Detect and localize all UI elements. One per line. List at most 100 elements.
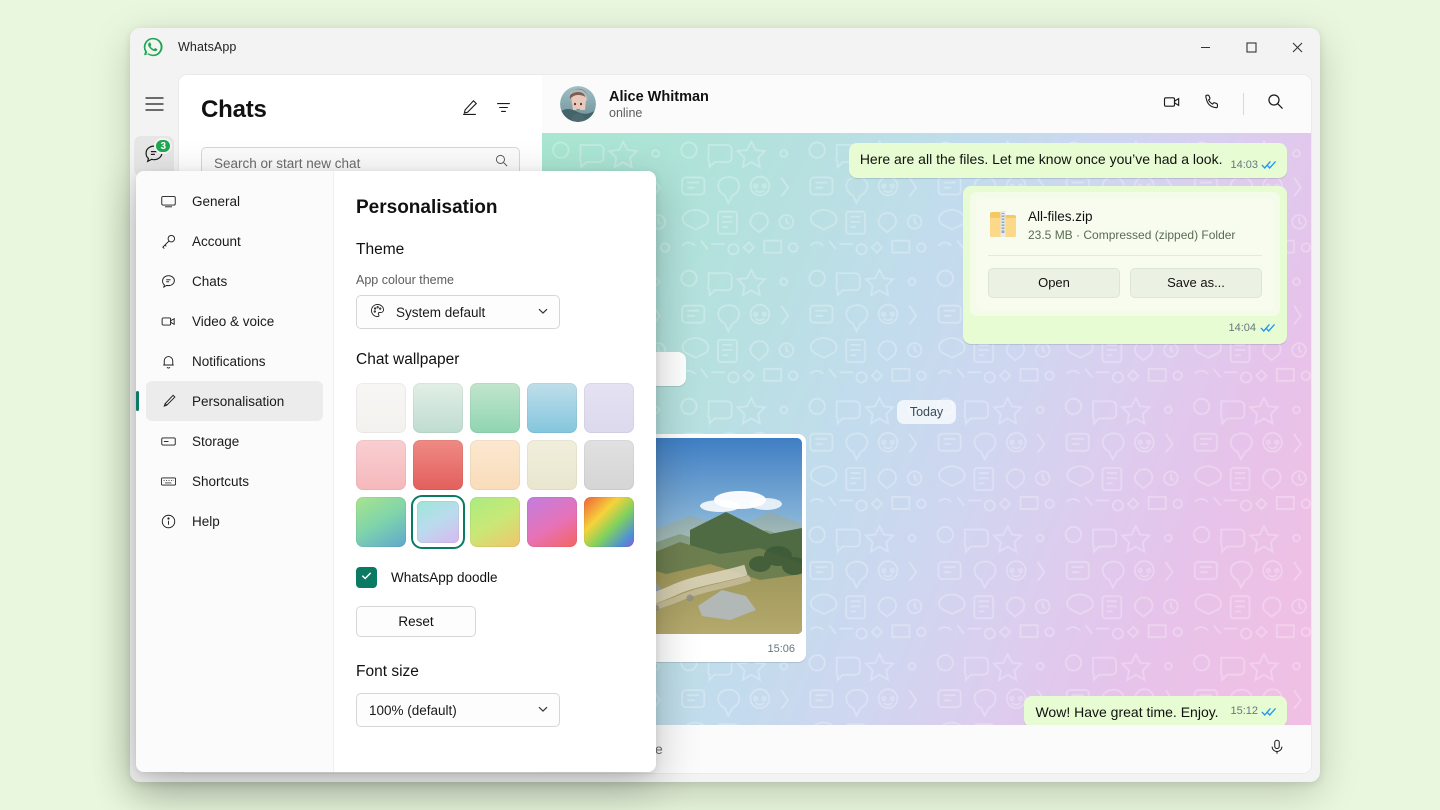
whatsapp-doodle-checkbox[interactable] xyxy=(356,567,377,588)
message-composer xyxy=(542,725,1311,773)
zip-folder-icon xyxy=(990,209,1016,243)
search-icon xyxy=(1266,92,1285,116)
wallpaper-swatch-lavender[interactable] xyxy=(584,383,634,433)
whatsapp-logo-icon xyxy=(142,36,164,58)
wallpaper-swatch-grey[interactable] xyxy=(584,440,634,490)
wallpaper-swatch-green-yellow[interactable] xyxy=(470,497,520,547)
app-colour-theme-dropdown[interactable]: System default xyxy=(356,295,560,329)
swatch-colour xyxy=(470,497,520,547)
filter-chats-button[interactable] xyxy=(486,93,520,127)
minimize-button[interactable] xyxy=(1182,28,1228,66)
message-time: 14:04 xyxy=(1228,321,1256,335)
title-bar: WhatsApp xyxy=(130,28,1320,66)
message-list: Here are all the files. Let me know once… xyxy=(542,133,1311,725)
read-receipt-icon xyxy=(1261,703,1277,721)
open-file-button[interactable]: Open xyxy=(988,268,1120,298)
message-meta: 14:04 xyxy=(970,316,1280,339)
page-title: Personalisation xyxy=(356,197,632,219)
wallpaper-swatch-pale-mint[interactable] xyxy=(413,383,463,433)
voice-message-button[interactable] xyxy=(1261,733,1293,765)
wallpaper-swatch-green-blue[interactable] xyxy=(356,497,406,547)
sidebar-item-label: Video & voice xyxy=(192,314,274,329)
contact-status: online xyxy=(609,106,1154,120)
read-receipt-icon xyxy=(1260,319,1276,337)
theme-value: System default xyxy=(396,305,527,320)
conversation-actions xyxy=(1154,86,1293,122)
sidebar-item-account[interactable]: Account xyxy=(146,221,323,261)
wallpaper-swatch-purple-pink[interactable] xyxy=(527,497,577,547)
doodle-toggle-row[interactable]: WhatsApp doodle xyxy=(356,567,632,588)
swatch-colour xyxy=(584,440,634,490)
maximize-button[interactable] xyxy=(1228,28,1274,66)
sidebar-item-general[interactable]: General xyxy=(146,181,323,221)
swatch-colour xyxy=(413,383,463,433)
message-row: Here are all the files. Let me know once… xyxy=(566,143,1287,178)
message-bubble-text[interactable]: Wow! Have great time. Enjoy. 15:12 xyxy=(1024,696,1287,725)
message-bubble-text[interactable]: Here are all the files. Let me know once… xyxy=(849,143,1287,178)
sidebar-item-shortcuts[interactable]: Shortcuts xyxy=(146,461,323,501)
hamburger-menu-icon xyxy=(145,97,164,116)
video-call-button[interactable] xyxy=(1154,86,1190,122)
bell-icon xyxy=(158,353,178,370)
theme-field-label: App colour theme xyxy=(356,273,632,287)
message-input[interactable] xyxy=(560,741,1249,757)
wallpaper-swatch-blue[interactable] xyxy=(527,383,577,433)
swatch-colour xyxy=(470,383,520,433)
swatch-colour xyxy=(356,497,406,547)
wallpaper-swatch-teal-lavender[interactable] xyxy=(413,497,463,547)
sidebar-item-chats[interactable]: Chats xyxy=(146,261,323,301)
search-input[interactable] xyxy=(214,156,494,171)
search-conversation-button[interactable] xyxy=(1257,86,1293,122)
chat-list-title: Chats xyxy=(201,96,452,124)
contact-avatar[interactable] xyxy=(560,86,596,122)
sidebar-item-storage[interactable]: Storage xyxy=(146,421,323,461)
sidebar-item-label: Storage xyxy=(192,434,239,449)
settings-nav: General Account Chats xyxy=(136,171,334,772)
wallpaper-swatch-red[interactable] xyxy=(413,440,463,490)
sidebar-item-label: Shortcuts xyxy=(192,474,249,489)
file-details: 23.5 MB · Compressed (zipped) Folder xyxy=(1028,228,1235,244)
swatch-colour xyxy=(356,383,406,433)
sidebar-item-personalisation[interactable]: Personalisation xyxy=(146,381,323,421)
conversation-pane: Alice Whitman online xyxy=(542,74,1312,774)
window-controls xyxy=(1182,28,1320,66)
font-size-value: 100% (default) xyxy=(369,703,527,718)
wallpaper-swatch-pink[interactable] xyxy=(356,440,406,490)
sidebar-item-help[interactable]: Help xyxy=(146,501,323,541)
file-card-actions: Open Save as... xyxy=(976,256,1274,310)
save-as-button[interactable]: Save as... xyxy=(1130,268,1262,298)
font-size-heading: Font size xyxy=(356,663,632,681)
paintbrush-icon xyxy=(158,393,178,410)
wallpaper-swatch-peach[interactable] xyxy=(470,440,520,490)
message-text: Here are all the files. Let me know once… xyxy=(860,151,1223,167)
reset-wallpaper-button[interactable]: Reset xyxy=(356,606,476,637)
sidebar-item-label: Account xyxy=(192,234,241,249)
sidebar-item-video-voice[interactable]: Video & voice xyxy=(146,301,323,341)
rail-item-chats[interactable]: 3 xyxy=(134,136,174,176)
font-size-dropdown[interactable]: 100% (default) xyxy=(356,693,560,727)
keyboard-icon xyxy=(158,473,178,490)
microphone-icon xyxy=(1268,738,1286,761)
message-meta: 15:12 xyxy=(1230,703,1277,721)
file-card-inner: All-files.zip 23.5 MB · Compressed (zipp… xyxy=(976,198,1274,310)
close-button[interactable] xyxy=(1274,28,1320,66)
swatch-colour xyxy=(470,440,520,490)
message-text: Wow! Have great time. Enjoy. xyxy=(1035,704,1218,720)
message-bubble-file[interactable]: All-files.zip 23.5 MB · Compressed (zipp… xyxy=(963,186,1287,343)
sidebar-item-notifications[interactable]: Notifications xyxy=(146,341,323,381)
read-receipt-icon xyxy=(1261,156,1277,174)
new-chat-button[interactable] xyxy=(452,93,486,127)
voice-call-button[interactable] xyxy=(1194,86,1230,122)
file-card-meta: All-files.zip 23.5 MB · Compressed (zipp… xyxy=(1028,208,1235,243)
wallpaper-swatch-cream[interactable] xyxy=(527,440,577,490)
key-icon xyxy=(158,233,178,250)
hamburger-menu-button[interactable] xyxy=(134,86,174,126)
new-chat-icon xyxy=(460,98,479,122)
wallpaper-swatch-green[interactable] xyxy=(470,383,520,433)
message-row-photo: here! 15:06 xyxy=(566,434,1287,662)
wallpaper-swatch-off-white[interactable] xyxy=(356,383,406,433)
doodle-label: WhatsApp doodle xyxy=(391,570,498,585)
swatch-colour xyxy=(527,497,577,547)
wallpaper-swatch-rainbow[interactable] xyxy=(584,497,634,547)
swatch-colour xyxy=(527,383,577,433)
